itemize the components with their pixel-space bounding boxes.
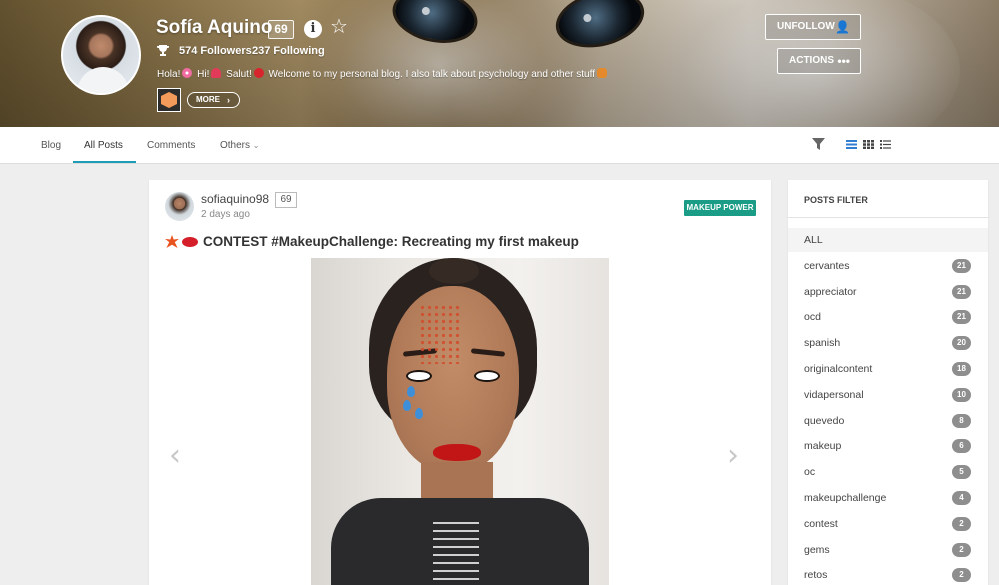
posts-filter-heading: POSTS FILTER bbox=[788, 180, 988, 218]
filter-item-all[interactable]: ALL bbox=[788, 228, 988, 252]
bio-part-3: Salut! bbox=[226, 69, 252, 80]
filter-item-count: 2 bbox=[952, 543, 971, 557]
filter-item[interactable]: appreciator 21 bbox=[788, 280, 988, 304]
post-title-text: CONTEST #MakeupChallenge: Recreating my … bbox=[203, 234, 579, 249]
filter-item[interactable]: cervantes 21 bbox=[788, 254, 988, 278]
filter-item[interactable]: spanish 20 bbox=[788, 331, 988, 355]
next-image-icon[interactable]: › bbox=[727, 438, 739, 473]
followers-count[interactable]: 574 Followers bbox=[179, 45, 252, 57]
bio-part-4: Welcome to my personal blog. I also talk… bbox=[268, 69, 595, 80]
profile-name: Sofía Aquino bbox=[156, 17, 273, 38]
filter-item[interactable]: retos 2 bbox=[788, 563, 988, 585]
chevron-right-icon: › bbox=[227, 95, 230, 105]
filter-item[interactable]: gems 2 bbox=[788, 538, 988, 562]
filter-item-count: 2 bbox=[952, 568, 971, 582]
filter-item-label: makeupchallenge bbox=[804, 492, 887, 504]
filter-item-label: ocd bbox=[804, 311, 821, 323]
trophy-icon bbox=[157, 45, 169, 56]
filter-item[interactable]: makeupchallenge 4 bbox=[788, 486, 988, 510]
cat-emoji-icon bbox=[597, 68, 607, 78]
post-time[interactable]: 2 days ago bbox=[201, 209, 250, 220]
tab-all-posts[interactable]: All Posts bbox=[84, 140, 123, 151]
filter-item-label: appreciator bbox=[804, 286, 857, 298]
filter-item-count: 2 bbox=[952, 517, 971, 531]
filter-item-label: contest bbox=[804, 518, 838, 530]
profile-bio: Hola! Hi! Salut! Welcome to my personal … bbox=[157, 68, 609, 80]
posts-filter-panel: POSTS FILTER ALL cervantes 21 appreciator… bbox=[788, 180, 988, 585]
bio-part-1: Hola! bbox=[157, 69, 181, 80]
post-image[interactable] bbox=[311, 258, 609, 585]
actions-label: ACTIONS bbox=[789, 55, 834, 66]
community-tag[interactable]: MAKEUP POWER bbox=[684, 200, 756, 216]
filter-item-label: makeup bbox=[804, 440, 842, 452]
filter-item-label: originalcontent bbox=[804, 363, 873, 375]
filter-item-count: 4 bbox=[952, 491, 971, 505]
filter-item-count: 10 bbox=[952, 388, 971, 402]
filter-item-label: oc bbox=[804, 466, 816, 478]
post-author-reputation: 69 bbox=[275, 192, 297, 208]
tab-others[interactable]: Others ⌄ bbox=[220, 140, 260, 151]
filter-item[interactable]: makeup 6 bbox=[788, 434, 988, 458]
post-card[interactable]: sofiaquino98 69 2 days ago MAKEUP POWER … bbox=[149, 180, 771, 585]
actions-button[interactable]: ACTIONS ••• bbox=[777, 48, 861, 74]
filter-item[interactable]: oc 5 bbox=[788, 460, 988, 484]
filter-item-label: quevedo bbox=[804, 415, 845, 427]
filter-item-label: cervantes bbox=[804, 260, 850, 272]
filter-item-count: 20 bbox=[952, 336, 971, 350]
reputation-badge: 69 bbox=[268, 20, 294, 39]
flower-emoji-icon bbox=[182, 68, 193, 78]
more-dots-icon: ••• bbox=[837, 54, 850, 68]
filter-item[interactable]: vidapersonal 10 bbox=[788, 383, 988, 407]
filter-item-count: 5 bbox=[952, 465, 971, 479]
following-count[interactable]: 237 Following bbox=[252, 45, 325, 57]
post-title[interactable]: CONTEST #MakeupChallenge: Recreating my … bbox=[165, 234, 579, 249]
post-author-avatar[interactable] bbox=[165, 192, 194, 221]
tab-comments[interactable]: Comments bbox=[147, 140, 195, 151]
tulip-emoji-icon bbox=[211, 68, 222, 78]
filter-item[interactable]: originalcontent 18 bbox=[788, 357, 988, 381]
lips-emoji-icon bbox=[182, 237, 198, 247]
filter-item-label: vidapersonal bbox=[804, 389, 864, 401]
filter-item-count: 21 bbox=[952, 259, 971, 273]
more-button-label: MORE bbox=[196, 95, 220, 104]
collision-emoji-icon bbox=[165, 235, 179, 248]
unfollow-label: UNFOLLOW bbox=[777, 21, 835, 32]
filter-item-count: 8 bbox=[952, 414, 971, 428]
user-remove-icon: 👤 bbox=[835, 20, 850, 34]
rose-emoji-icon bbox=[253, 68, 264, 78]
filter-item-count: 21 bbox=[952, 310, 971, 324]
star-icon[interactable]: ☆ bbox=[330, 17, 350, 37]
filter-item[interactable]: quevedo 8 bbox=[788, 409, 988, 433]
post-author[interactable]: sofiaquino98 bbox=[201, 192, 269, 206]
filter-item[interactable]: contest 2 bbox=[788, 512, 988, 536]
compact-view-icon[interactable] bbox=[880, 140, 891, 149]
bio-part-2: Hi! bbox=[197, 69, 210, 80]
filter-item-count: 18 bbox=[952, 362, 971, 376]
filter-item-count: 21 bbox=[952, 285, 971, 299]
filter-item[interactable]: ocd 21 bbox=[788, 305, 988, 329]
filter-item-count: 6 bbox=[952, 439, 971, 453]
unfollow-button[interactable]: UNFOLLOW 👤 bbox=[765, 14, 861, 40]
filter-icon[interactable] bbox=[812, 138, 825, 150]
filter-item-all-label: ALL bbox=[804, 234, 823, 246]
filter-item-label: retos bbox=[804, 569, 828, 581]
info-icon[interactable]: i bbox=[304, 20, 322, 38]
more-button[interactable]: MORE › bbox=[187, 92, 240, 108]
filter-item-label: spanish bbox=[804, 337, 841, 349]
previous-image-icon[interactable]: ‹ bbox=[169, 438, 181, 473]
filter-item-label: gems bbox=[804, 544, 830, 556]
community-badge-icon[interactable] bbox=[157, 88, 181, 112]
grid-view-icon[interactable] bbox=[863, 140, 874, 149]
list-view-icon[interactable] bbox=[846, 140, 857, 149]
tab-blog[interactable]: Blog bbox=[41, 140, 61, 151]
active-tab-indicator bbox=[73, 161, 136, 163]
tab-others-label: Others bbox=[220, 140, 251, 151]
chevron-down-icon: ⌄ bbox=[252, 141, 260, 150]
profile-avatar[interactable] bbox=[61, 15, 141, 95]
